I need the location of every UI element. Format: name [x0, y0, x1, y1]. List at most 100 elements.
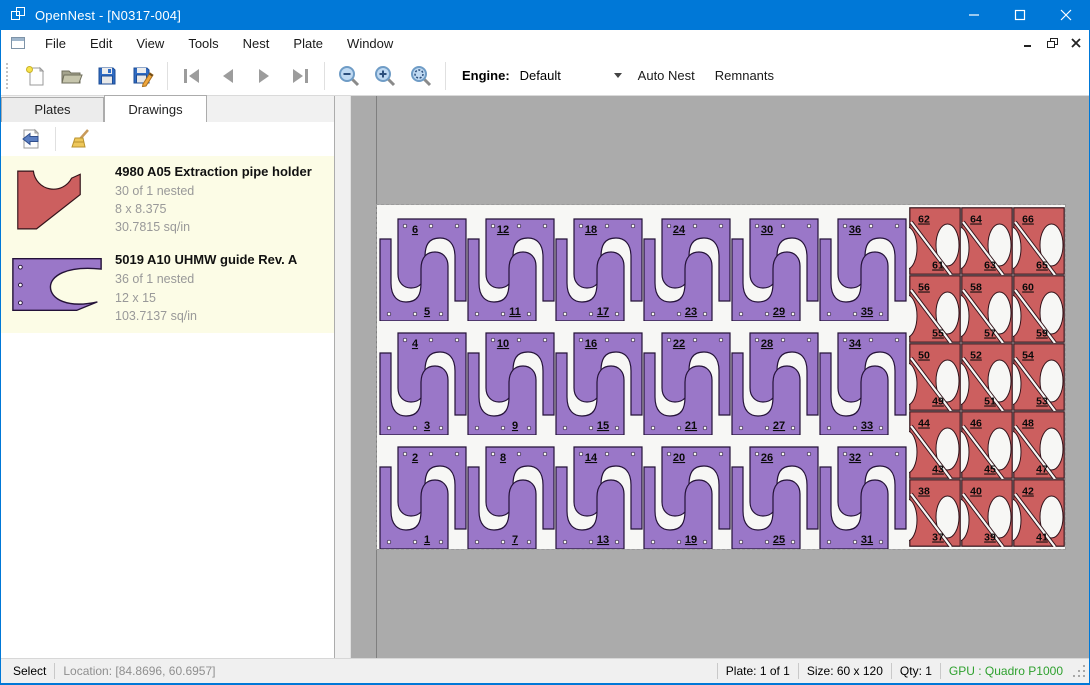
menu-item-file[interactable]: File — [33, 32, 78, 55]
nested-part-pair-red[interactable]: 56 55 — [909, 275, 961, 343]
close-button[interactable] — [1043, 0, 1089, 30]
panel-splitter[interactable] — [335, 96, 351, 658]
remnants-button[interactable]: Remnants — [707, 63, 782, 88]
nested-part-pair-purple[interactable]: 26 25 — [731, 435, 819, 549]
nested-part-pair-red[interactable]: 44 43 — [909, 411, 961, 479]
part-number: 48 — [1022, 418, 1034, 430]
part-number: 63 — [984, 260, 996, 272]
drawing-nested: 36 of 1 nested — [115, 270, 326, 288]
menu-item-edit[interactable]: Edit — [78, 32, 124, 55]
status-plate: Plate: 1 of 1 — [726, 664, 790, 678]
nested-part-pair-purple[interactable]: 14 13 — [555, 435, 643, 549]
new-file-button[interactable] — [20, 61, 50, 91]
zoom-in-button[interactable] — [370, 61, 400, 91]
part-number: 35 — [861, 306, 873, 318]
part-number: 54 — [1022, 350, 1034, 362]
part-number: 32 — [849, 452, 861, 464]
first-plate-button[interactable] — [177, 61, 207, 91]
part-number: 47 — [1036, 464, 1048, 476]
last-plate-button[interactable] — [285, 61, 315, 91]
nested-part-pair-purple[interactable]: 12 11 — [467, 207, 555, 321]
part-number: 64 — [970, 214, 982, 226]
auto-nest-button[interactable]: Auto Nest — [630, 63, 703, 88]
nest-canvas[interactable]: 6 5 12 11 — [351, 96, 1089, 658]
part-number: 59 — [1036, 328, 1048, 340]
nested-part-pair-red[interactable]: 50 49 — [909, 343, 961, 411]
nested-part-pair-red[interactable]: 48 47 — [1013, 411, 1065, 479]
zoom-fit-button[interactable] — [406, 61, 436, 91]
nested-part-pair-red[interactable]: 46 45 — [961, 411, 1013, 479]
menu-item-plate[interactable]: Plate — [281, 32, 335, 55]
part-number: 34 — [849, 338, 862, 350]
nested-part-pair-purple[interactable]: 4 3 — [379, 321, 467, 435]
part-number: 65 — [1036, 260, 1048, 272]
clear-drawings-button[interactable] — [65, 124, 95, 154]
nested-part-pair-red[interactable]: 64 63 — [961, 207, 1013, 275]
drawing-thumbnail-purple — [11, 256, 103, 314]
menu-item-nest[interactable]: Nest — [231, 32, 282, 55]
drawing-item-4980[interactable]: 4980 A05 Extraction pipe holder 30 of 1 … — [1, 156, 334, 244]
nested-part-pair-purple[interactable]: 8 7 — [467, 435, 555, 549]
mdi-minimize-button[interactable] — [1021, 36, 1035, 50]
nested-part-pair-purple[interactable]: 22 21 — [643, 321, 731, 435]
minimize-button[interactable] — [951, 0, 997, 30]
part-number: 17 — [597, 306, 609, 318]
part-number: 2 — [412, 452, 418, 464]
document-window-icon — [11, 37, 25, 49]
nested-part-pair-purple[interactable]: 30 29 — [731, 207, 819, 321]
menu-item-tools[interactable]: Tools — [176, 32, 230, 55]
nested-part-pair-purple[interactable]: 6 5 — [379, 207, 467, 321]
nested-part-pair-purple[interactable]: 36 35 — [819, 207, 907, 321]
nested-part-pair-purple[interactable]: 24 23 — [643, 207, 731, 321]
maximize-button[interactable] — [997, 0, 1043, 30]
drawing-item-5019[interactable]: 5019 A10 UHMW guide Rev. A 36 of 1 neste… — [1, 244, 334, 332]
previous-plate-button[interactable] — [213, 61, 243, 91]
last-plate-icon — [288, 64, 312, 88]
menu-item-view[interactable]: View — [124, 32, 176, 55]
nested-part-pair-red[interactable]: 42 41 — [1013, 479, 1065, 547]
nested-part-pair-red[interactable]: 40 39 — [961, 479, 1013, 547]
nested-part-pair-purple[interactable]: 34 33 — [819, 321, 907, 435]
zoom-out-button[interactable] — [334, 61, 364, 91]
nested-part-pair-red[interactable]: 58 57 — [961, 275, 1013, 343]
nested-part-pair-red[interactable]: 62 61 — [909, 207, 961, 275]
nested-part-pair-purple[interactable]: 18 17 — [555, 207, 643, 321]
status-gpu: GPU : Quadro P1000 — [949, 664, 1063, 678]
part-number: 49 — [932, 396, 944, 408]
nested-part-pair-red[interactable]: 54 53 — [1013, 343, 1065, 411]
tab-plates[interactable]: Plates — [1, 97, 104, 122]
nested-part-pair-purple[interactable]: 20 19 — [643, 435, 731, 549]
part-number: 10 — [497, 338, 509, 350]
part-number: 26 — [761, 452, 773, 464]
nested-part-pair-red[interactable]: 60 59 — [1013, 275, 1065, 343]
part-number: 13 — [597, 534, 609, 546]
import-drawing-button[interactable] — [16, 124, 46, 154]
save-button[interactable] — [92, 61, 122, 91]
mdi-restore-button[interactable] — [1045, 36, 1059, 50]
nested-part-pair-purple[interactable]: 16 15 — [555, 321, 643, 435]
left-panel: Plates Drawings — [1, 96, 335, 658]
nested-part-pair-purple[interactable]: 10 9 — [467, 321, 555, 435]
resize-grip[interactable] — [1071, 663, 1087, 679]
toolbar-grip[interactable] — [6, 63, 11, 89]
purple-parts-region: 6 5 12 11 — [379, 207, 907, 549]
nested-part-pair-red[interactable]: 66 65 — [1013, 207, 1065, 275]
nested-part-pair-purple[interactable]: 32 31 — [819, 435, 907, 549]
menu-item-window[interactable]: Window — [335, 32, 405, 55]
menu-bar: File Edit View Tools Nest Plate Window — [1, 30, 1089, 56]
part-number: 58 — [970, 282, 982, 294]
nested-part-pair-red[interactable]: 52 51 — [961, 343, 1013, 411]
next-plate-button[interactable] — [249, 61, 279, 91]
drawing-size: 8 x 8.375 — [115, 200, 326, 218]
drawing-title: 4980 A05 Extraction pipe holder — [115, 164, 326, 179]
nested-part-pair-purple[interactable]: 2 1 — [379, 435, 467, 549]
previous-plate-icon — [216, 64, 240, 88]
nested-part-pair-purple[interactable]: 28 27 — [731, 321, 819, 435]
mdi-close-button[interactable] — [1069, 36, 1083, 50]
zoom-in-icon — [373, 64, 397, 88]
engine-select[interactable]: Default — [516, 64, 626, 88]
tab-drawings[interactable]: Drawings — [104, 95, 207, 122]
nested-part-pair-red[interactable]: 38 37 — [909, 479, 961, 547]
save-as-button[interactable] — [128, 61, 158, 91]
open-file-button[interactable] — [56, 61, 86, 91]
